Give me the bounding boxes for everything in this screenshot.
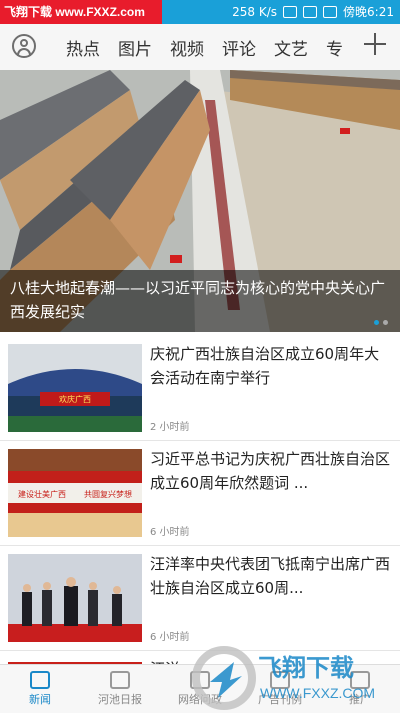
tab-video[interactable]: 视频	[170, 35, 204, 60]
thumbnail-banner-text: 欢庆广西	[59, 394, 91, 404]
tab-hot[interactable]: 热点	[66, 35, 100, 60]
nav-hechi-daily[interactable]: 河池日报	[80, 665, 160, 713]
thumbnail-banner-right: 共圆复兴梦想	[84, 489, 132, 499]
nav-label: 新闻	[29, 693, 51, 706]
nav-label: 河池日报	[98, 693, 142, 706]
newspaper-icon	[30, 671, 50, 689]
tab-special[interactable]: 专	[326, 35, 343, 60]
channel-tabs: 热点 图片 视频 评论 文艺 专	[66, 24, 361, 70]
status-bar: 飞翔下载 www.FXXZ.com 258 K/s 傍晚6:21	[0, 0, 400, 24]
nav-news[interactable]: 新闻	[0, 665, 80, 713]
wifi-icon	[303, 6, 318, 18]
watermark-logo: 飞翔下载 WWW.FXXZ.COM	[192, 646, 375, 710]
add-channel-icon[interactable]	[364, 33, 386, 55]
thumbnail-banner-left: 建设壮美广西	[18, 489, 66, 499]
news-time: 6 小时前	[150, 632, 190, 643]
news-thumbnail: 欢庆广西	[8, 344, 142, 432]
watermark-brand: 飞翔下载	[258, 654, 354, 682]
paper-icon	[110, 671, 130, 689]
news-thumbnail: 建设壮美广西 共圆复兴梦想	[8, 449, 142, 537]
carousel-dot-active	[374, 320, 379, 325]
carousel-dot	[383, 320, 388, 325]
network-speed: 258 K/s	[232, 5, 278, 19]
channel-tab-bar: 热点 图片 视频 评论 文艺 专	[0, 24, 400, 71]
news-thumbnail	[8, 554, 142, 642]
hero-caption[interactable]: 八桂大地起春潮——以习近平同志为核心的党中央关心广西发展纪实	[0, 270, 400, 332]
tab-literature[interactable]: 文艺	[274, 35, 308, 60]
carousel-indicator	[374, 320, 388, 325]
tab-pictures[interactable]: 图片	[118, 35, 152, 60]
clock: 傍晚6:21	[343, 5, 394, 19]
battery-icon	[323, 6, 338, 18]
list-item[interactable]: 建设壮美广西 共圆复兴梦想 习近平总书记为庆祝广西壮族自治区成立60周年欣然题词…	[0, 441, 400, 546]
news-title[interactable]: 习近平总书记为庆祝广西壮族自治区成立60周年欣然题词 ...	[150, 447, 390, 495]
news-title[interactable]: 汪洋率中央代表团飞抵南宁出席广西壮族自治区成立60周...	[150, 552, 390, 600]
news-time: 6 小时前	[150, 527, 190, 538]
watermark-banner: 飞翔下载 www.FXXZ.com	[0, 0, 162, 24]
news-title[interactable]: 庆祝广西壮族自治区成立60周年大会活动在南宁举行	[150, 342, 390, 390]
user-avatar-icon[interactable]	[12, 34, 36, 58]
news-time: 2 小时前	[150, 422, 190, 433]
tab-comment[interactable]: 评论	[222, 35, 256, 60]
signal-icon	[283, 6, 298, 18]
list-item[interactable]: 欢庆广西 庆祝广西壮族自治区成立60周年大会活动在南宁举行 2 小时前	[0, 336, 400, 441]
watermark-url: WWW.FXXZ.COM	[260, 685, 375, 701]
